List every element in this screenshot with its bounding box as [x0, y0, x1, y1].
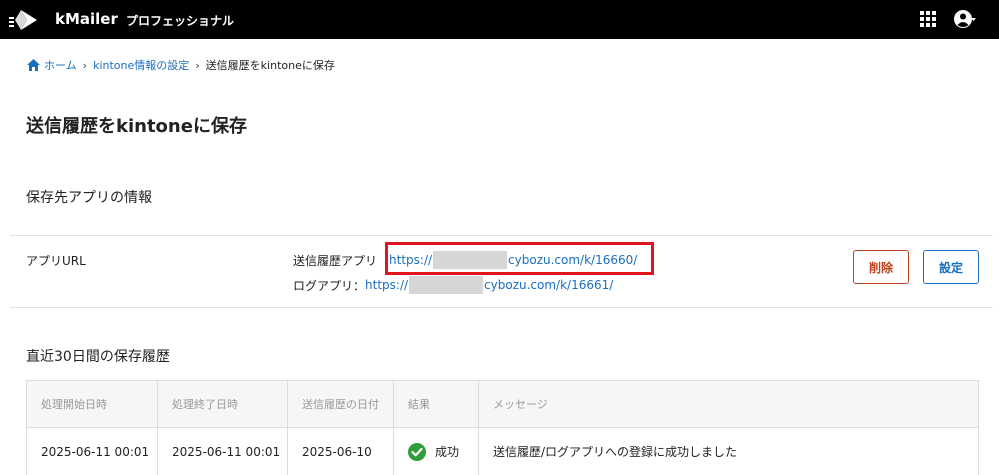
- log-app-url-row: ログアプリ： https:// cybozu.com/k/16661/: [293, 276, 613, 294]
- table-header-row: 処理開始日時 処理終了日時 送信履歴の日付 結果 メッセージ: [27, 381, 978, 428]
- top-bar: kMailer プロフェッショナル: [0, 0, 999, 39]
- breadcrumb-kintone-settings[interactable]: kintone情報の設定: [93, 57, 189, 73]
- settings-button[interactable]: 設定: [923, 250, 979, 284]
- column-header-end: 処理終了日時: [158, 381, 288, 427]
- highlight-box: [385, 242, 654, 275]
- chevron-right-icon: ›: [195, 58, 200, 72]
- column-header-message: メッセージ: [493, 398, 548, 411]
- result-text: 成功: [435, 445, 460, 459]
- delete-button[interactable]: 削除: [853, 250, 909, 284]
- url-prefix: https://: [365, 278, 409, 292]
- brand-name[interactable]: kMailer: [55, 10, 118, 28]
- success-check-icon: [408, 442, 426, 461]
- page-title: 送信履歴をkintoneに保存: [26, 116, 247, 137]
- edition-label: プロフェッショナル: [126, 14, 235, 28]
- history-table: 処理開始日時 処理終了日時 送信履歴の日付 結果 メッセージ 2025-06-1…: [26, 380, 979, 475]
- log-app-label: ログアプリ：: [293, 278, 366, 293]
- section-title-history: 直近30日間の保存履歴: [26, 349, 170, 365]
- app-url-label: アプリURL: [26, 254, 86, 268]
- apps-grid-icon[interactable]: [920, 11, 936, 27]
- breadcrumb-home[interactable]: ホーム: [44, 57, 77, 73]
- column-header-result: 結果: [394, 381, 479, 427]
- masked-subdomain: [409, 276, 484, 294]
- log-app-link[interactable]: https:// cybozu.com/k/16661/: [365, 276, 613, 294]
- column-header-start: 処理開始日時: [27, 381, 158, 427]
- chevron-right-icon: ›: [82, 58, 88, 72]
- url-suffix: cybozu.com/k/16661/: [484, 278, 614, 292]
- home-icon[interactable]: [27, 59, 40, 71]
- breadcrumb-current: 送信履歴をkintoneに保存: [205, 59, 335, 72]
- breadcrumb: ホーム › kintone情報の設定 › 送信履歴をkintoneに保存: [27, 57, 335, 73]
- divider: [10, 235, 993, 236]
- column-header-date: 送信履歴の日付: [288, 381, 394, 427]
- user-account-icon[interactable]: [954, 9, 976, 29]
- divider: [10, 307, 993, 308]
- section-title-app-info: 保存先アプリの情報: [26, 190, 152, 206]
- kmailer-logo-icon[interactable]: [9, 8, 39, 32]
- history-app-label: 送信履歴アプリ: [293, 253, 378, 268]
